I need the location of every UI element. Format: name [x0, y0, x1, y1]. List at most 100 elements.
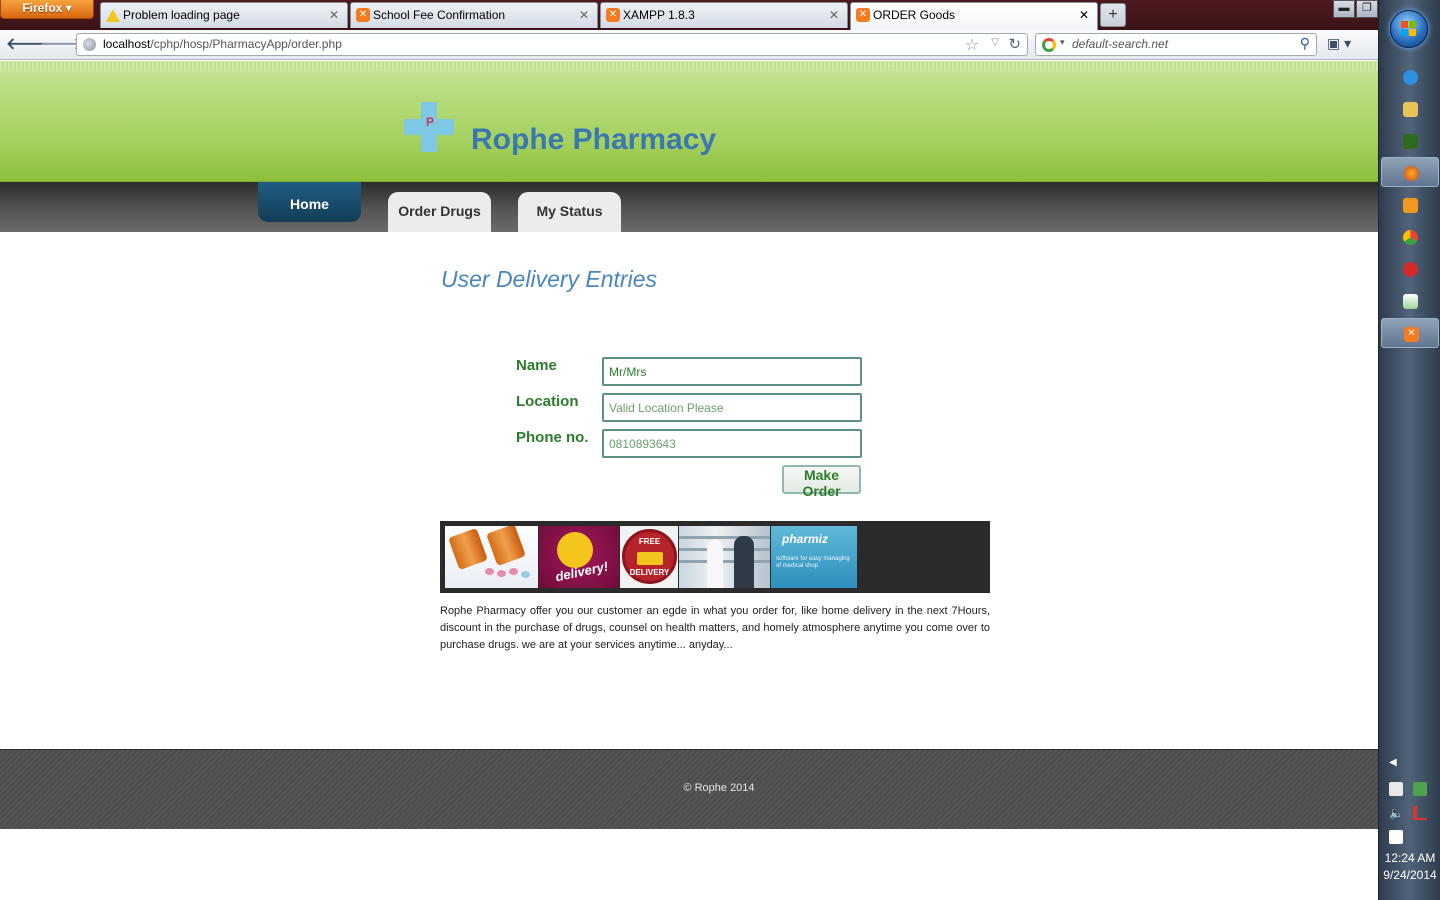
history-dropdown-icon[interactable]: ▽: [991, 37, 999, 48]
firefox-menu-label: Firefox: [22, 1, 63, 15]
pills-image: [445, 526, 538, 588]
tab-strip: Firefox ▾ Problem loading page ✕ ✕ Schoo…: [0, 0, 1378, 30]
network-icon[interactable]: [1413, 806, 1427, 820]
promo-banner: delivery! FREE DELIVERY pharmiz software…: [440, 521, 990, 593]
warning-tray-icon[interactable]: [1389, 782, 1403, 796]
free-delivery-badge-image: FREE DELIVERY: [620, 526, 678, 588]
clock-time[interactable]: 12:24 AM: [1379, 851, 1440, 865]
url-text: localhost/cphp/hosp/PharmacyApp/order.ph…: [103, 37, 342, 51]
red-app-icon: [1403, 262, 1418, 277]
browser-window: Firefox ▾ Problem loading page ✕ ✕ Schoo…: [0, 0, 1378, 900]
tab-title: ORDER Goods: [873, 8, 956, 22]
location-label: Location: [516, 393, 579, 410]
close-icon[interactable]: ✕: [579, 3, 589, 27]
free-badge-top-text: FREE: [638, 537, 661, 546]
xampp-icon: ✕: [1404, 327, 1419, 342]
security-tray-icon[interactable]: [1413, 782, 1427, 796]
page-title: User Delivery Entries: [441, 266, 657, 292]
tab-title: Problem loading page: [123, 8, 240, 22]
firefox-menu-button[interactable]: Firefox ▾: [0, 0, 94, 19]
web-page: P Rophe Pharmacy Home Order Drugs My Sta…: [0, 61, 1378, 900]
location-field[interactable]: [602, 393, 862, 422]
xampp-icon: ✕: [856, 8, 870, 22]
minimize-button[interactable]: ▬: [1333, 0, 1355, 18]
firefox-icon: [1404, 166, 1419, 181]
tray-expand-icon[interactable]: ◀: [1389, 757, 1397, 768]
dreamweaver-icon: [1403, 134, 1418, 149]
truck-icon: [637, 552, 663, 565]
new-tab-button[interactable]: +: [1100, 3, 1126, 27]
name-field[interactable]: [602, 357, 862, 386]
logo-letter: P: [425, 115, 434, 129]
maximize-button[interactable]: ❐: [1356, 0, 1378, 18]
taskbar-resource-monitor[interactable]: [1381, 286, 1439, 316]
copyright-text: © Rophe 2014: [683, 782, 755, 794]
windows-taskbar: ✕ ◀ 🔈 12:24 AM 9/24/2014: [1378, 0, 1440, 900]
pharmacy-counter-image: [679, 526, 770, 588]
close-icon[interactable]: ✕: [1079, 3, 1089, 27]
taskbar-firefox[interactable]: [1381, 157, 1439, 187]
taskbar-app-red[interactable]: [1381, 254, 1439, 284]
pharmiz-logo-text: pharmiz: [782, 532, 829, 546]
delivery-scooter-image: delivery!: [539, 526, 619, 588]
reload-icon[interactable]: ↻: [1008, 35, 1021, 53]
pharmiz-ad-image: pharmiz software for easy managing of me…: [771, 526, 857, 588]
forward-arrow-icon[interactable]: 🡒: [40, 34, 83, 56]
chevron-down-icon[interactable]: ▾: [1060, 37, 1065, 48]
free-badge-bottom-text: DELIVERY: [629, 568, 670, 577]
close-icon[interactable]: ✕: [829, 3, 839, 27]
site-footer: © Rophe 2014: [0, 749, 1378, 829]
chrome-icon: [1403, 230, 1418, 245]
search-input[interactable]: default-search.net: [1072, 37, 1168, 51]
back-arrow-icon[interactable]: 🡐: [6, 34, 49, 56]
xampp-icon: ✕: [356, 8, 370, 22]
taskbar-internet-explorer[interactable]: [1381, 62, 1439, 92]
menu-tab-home[interactable]: Home: [258, 182, 361, 222]
taskbar-media-player[interactable]: [1381, 190, 1439, 220]
browser-tab-active[interactable]: ✕ ORDER Goods ✕: [850, 2, 1098, 30]
browser-tab[interactable]: Problem loading page ✕: [100, 2, 348, 28]
browser-tab[interactable]: ✕ School Fee Confirmation ✕: [350, 2, 598, 28]
pharmiz-tagline: software for easy managing of medical sh…: [776, 556, 850, 569]
folder-icon: [1403, 102, 1418, 117]
search-engine-icon[interactable]: [1042, 38, 1056, 52]
site-header: P Rophe Pharmacy: [0, 61, 1378, 182]
menu-tab-my-status[interactable]: My Status: [518, 192, 621, 232]
tab-title: School Fee Confirmation: [373, 8, 506, 22]
windows-logo-icon: [1401, 21, 1417, 37]
bookmark-star-icon[interactable]: ☆: [965, 35, 979, 55]
pharmacy-cross-logo[interactable]: P: [404, 102, 454, 152]
search-icon[interactable]: ⚲: [1300, 35, 1310, 52]
volume-icon[interactable]: 🔈: [1389, 806, 1404, 820]
description-text: Rophe Pharmacy offer you our customer an…: [440, 605, 990, 651]
name-label: Name: [516, 357, 557, 374]
phone-label: Phone no.: [516, 429, 589, 446]
internet-explorer-icon: [1403, 70, 1418, 85]
clock-date[interactable]: 9/24/2014: [1379, 868, 1440, 882]
media-player-icon: [1403, 198, 1418, 213]
url-host: localhost: [103, 37, 151, 51]
warning-icon: [106, 8, 120, 22]
start-button[interactable]: [1390, 10, 1428, 48]
globe-icon: [83, 38, 96, 51]
site-title[interactable]: Rophe Pharmacy: [471, 123, 716, 157]
url-path: /cphp/hosp/PharmacyApp/order.php: [150, 37, 342, 51]
bookmarks-menu-button[interactable]: ▣ ▾: [1327, 35, 1361, 55]
navigation-toolbar: 🡐 🡒 localhost/cphp/hosp/PharmacyApp/orde…: [0, 30, 1378, 60]
address-bar[interactable]: localhost/cphp/hosp/PharmacyApp/order.ph…: [76, 33, 1028, 56]
menu-tab-order-drugs[interactable]: Order Drugs: [388, 192, 491, 232]
search-bar[interactable]: ▾ default-search.net ⚲: [1035, 33, 1317, 56]
taskbar-dreamweaver[interactable]: [1381, 126, 1439, 156]
chart-icon: [1403, 294, 1418, 309]
taskbar-chrome[interactable]: [1381, 222, 1439, 252]
xampp-icon: ✕: [606, 8, 620, 22]
tab-title: XAMPP 1.8.3: [623, 8, 695, 22]
main-menu: Home Order Drugs My Status: [0, 182, 1378, 232]
close-icon[interactable]: ✕: [329, 3, 339, 27]
taskbar-xampp[interactable]: ✕: [1381, 318, 1439, 348]
taskbar-explorer[interactable]: [1381, 94, 1439, 124]
phone-field[interactable]: [602, 429, 862, 458]
make-order-button[interactable]: Make Order: [782, 465, 861, 499]
browser-tab[interactable]: ✕ XAMPP 1.8.3 ✕: [600, 2, 848, 28]
action-center-flag-icon[interactable]: [1389, 830, 1403, 844]
